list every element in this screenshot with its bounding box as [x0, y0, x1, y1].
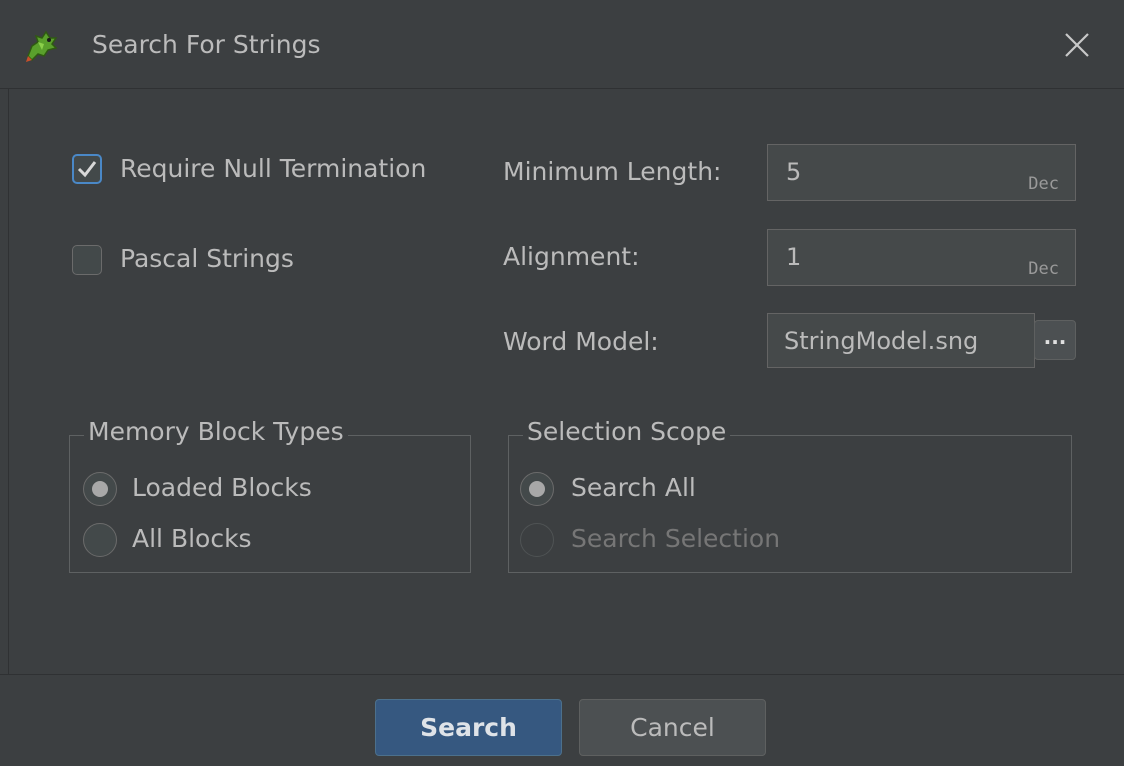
loaded-blocks-radio[interactable]	[83, 472, 117, 506]
search-all-radio[interactable]	[520, 472, 554, 506]
alignment-field[interactable]: 1 Dec	[767, 229, 1076, 286]
close-icon[interactable]	[1060, 28, 1094, 62]
word-model-label: Word Model:	[503, 327, 659, 356]
pascal-strings-checkbox[interactable]	[72, 245, 102, 275]
search-all-label[interactable]: Search All	[571, 473, 696, 502]
word-model-field[interactable]: StringModel.sng	[767, 313, 1035, 368]
min-length-format: Dec	[1028, 174, 1059, 194]
dragon-icon	[26, 30, 58, 62]
alignment-value: 1	[786, 243, 802, 271]
alignment-label: Alignment:	[503, 242, 640, 271]
all-blocks-label[interactable]: All Blocks	[132, 524, 252, 553]
search-selection-radio	[520, 523, 554, 557]
min-length-value: 5	[786, 158, 802, 186]
loaded-blocks-label[interactable]: Loaded Blocks	[132, 473, 312, 502]
memory-block-types-group: Memory Block Types	[69, 417, 471, 573]
search-selection-label: Search Selection	[571, 524, 781, 553]
pascal-strings-label[interactable]: Pascal Strings	[120, 244, 294, 273]
null-termination-label[interactable]: Require Null Termination	[120, 154, 426, 183]
search-button[interactable]: Search	[375, 699, 562, 756]
alignment-format: Dec	[1028, 259, 1059, 279]
all-blocks-radio[interactable]	[83, 523, 117, 557]
dialog-footer: Search Cancel	[0, 674, 1124, 766]
cancel-button[interactable]: Cancel	[579, 699, 766, 756]
checkmark-icon	[77, 161, 97, 178]
min-length-field[interactable]: 5 Dec	[767, 144, 1076, 201]
selection-scope-title: Selection Scope	[523, 417, 731, 446]
memory-block-types-title: Memory Block Types	[84, 417, 348, 446]
word-model-value: StringModel.sng	[784, 327, 979, 355]
window-title: Search For Strings	[92, 30, 321, 59]
null-termination-checkbox[interactable]	[72, 154, 102, 184]
browse-button[interactable]: ...	[1034, 320, 1076, 360]
min-length-label: Minimum Length:	[503, 157, 722, 186]
title-bar: Search For Strings	[0, 0, 1124, 89]
